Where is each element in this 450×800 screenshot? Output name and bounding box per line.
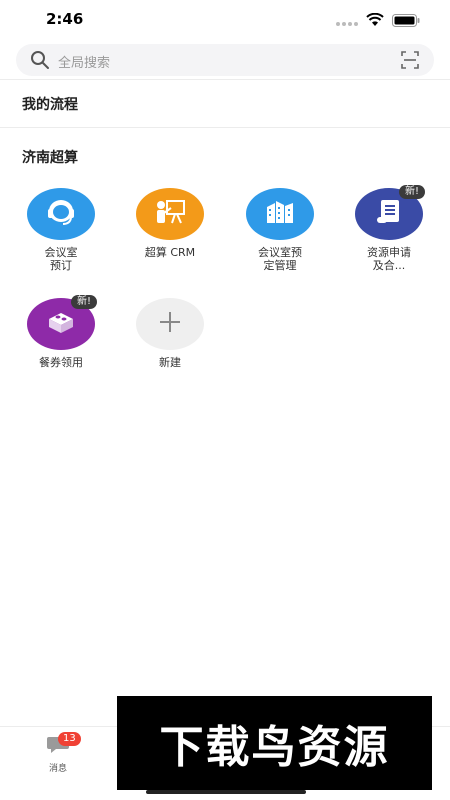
tab-messages-label: 消息 <box>48 764 67 774</box>
app-label: 新建 <box>159 356 181 369</box>
app-icon-circle <box>136 188 204 240</box>
app-icon-circle: 新! <box>27 295 97 350</box>
signal-icon <box>336 12 358 31</box>
app-supercomputing-crm[interactable]: 超算 CRM <box>125 188 215 259</box>
presentation-icon <box>153 197 187 231</box>
global-search-bar[interactable]: 全局搜索 <box>16 44 434 76</box>
status-bar: 2:46 <box>0 0 450 40</box>
search-icon <box>30 50 50 74</box>
wifi-icon <box>366 12 384 31</box>
search-input[interactable]: 全局搜索 <box>58 52 110 71</box>
watermark-banner: 下载鸟资源 <box>117 696 432 790</box>
document-icon <box>372 197 406 231</box>
app-label: 资源申请 及合... <box>367 246 411 272</box>
battery-icon <box>392 12 420 31</box>
new-badge: 新! <box>398 185 425 199</box>
app-meeting-room-management[interactable]: 会议室预 定管理 <box>235 188 325 272</box>
app-icon-circle <box>27 188 95 240</box>
watermark-text: 下载鸟资源 <box>159 722 390 773</box>
app-label: 会议室预 定管理 <box>258 246 302 272</box>
divider <box>0 127 450 128</box>
app-label: 超算 CRM <box>144 246 196 259</box>
home-indicator <box>146 790 306 794</box>
unread-count-badge: 13 <box>58 732 81 746</box>
app-icon-circle <box>246 188 314 240</box>
status-time: 2:46 <box>46 10 84 28</box>
app-create-new[interactable]: 新建 <box>125 298 215 369</box>
new-badge: 新! <box>70 295 97 309</box>
app-meal-voucher[interactable]: 新! 餐券领用 <box>16 295 106 369</box>
group-title: 济南超算 <box>22 150 78 166</box>
tab-messages[interactable]: 13 消息 <box>38 732 81 774</box>
blocks-icon <box>44 307 78 341</box>
app-resource-application[interactable]: 新! 资源申请 及合... <box>344 185 434 272</box>
app-icon-circle <box>136 298 204 350</box>
app-label: 会议室 预订 <box>44 246 78 272</box>
building-icon <box>263 197 297 231</box>
plus-icon <box>158 310 182 338</box>
status-icons <box>336 12 420 31</box>
my-workflow-link[interactable]: 我的流程 <box>22 94 78 114</box>
app-meeting-room-booking[interactable]: 会议室 预订 <box>16 188 106 272</box>
headset-icon <box>44 197 78 231</box>
scan-icon[interactable] <box>400 50 420 74</box>
app-label: 餐券领用 <box>39 356 83 369</box>
app-icon-circle: 新! <box>355 185 425 240</box>
divider <box>0 79 450 80</box>
